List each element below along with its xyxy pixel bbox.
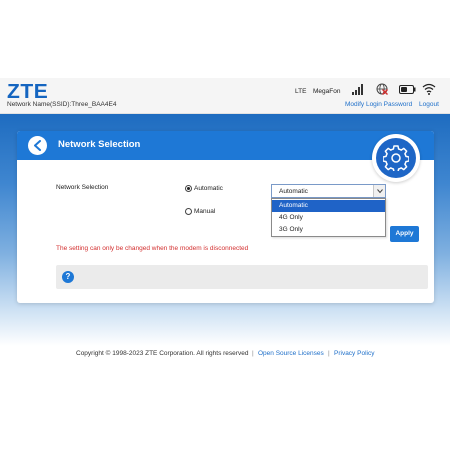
help-bar: ?	[56, 265, 428, 289]
select-arrow[interactable]	[373, 185, 385, 197]
gear-icon	[383, 145, 409, 171]
copyright-text: Copyright © 1998-2023 ZTE Corporation. A…	[76, 350, 249, 357]
open-source-licenses-link[interactable]: Open Source Licenses	[258, 350, 324, 357]
network-selection-panel: Network Selection Network Selection Auto…	[17, 131, 434, 303]
logout-link[interactable]: Logout	[419, 101, 439, 108]
disconnect-warning: The setting can only be changed when the…	[56, 245, 249, 252]
help-icon[interactable]: ?	[62, 271, 74, 283]
privacy-policy-link[interactable]: Privacy Policy	[334, 350, 374, 357]
settings-badge-inner	[376, 138, 416, 178]
page: ZTE Network Name(SSID):Three_BAA4E4 LTE …	[0, 0, 450, 450]
dropdown-option-3g-only[interactable]: 3G Only	[272, 224, 385, 236]
network-mode-select[interactable]: Automatic	[271, 184, 386, 198]
header-bar: ZTE Network Name(SSID):Three_BAA4E4 LTE …	[0, 78, 450, 114]
bottom-blank-area	[0, 368, 450, 450]
radio-manual[interactable]	[185, 208, 192, 215]
carrier-name: MegaFon	[313, 88, 341, 95]
chevron-left-icon	[34, 140, 41, 151]
apply-button[interactable]: Apply	[390, 226, 419, 242]
radio-manual-label[interactable]: Manual	[194, 208, 215, 215]
radio-automatic[interactable]	[185, 185, 192, 192]
footer-separator: |	[328, 350, 330, 357]
back-button[interactable]	[28, 136, 47, 155]
footer-separator: |	[252, 350, 254, 357]
network-selection-label: Network Selection	[56, 184, 109, 191]
network-type-indicator: LTE	[295, 88, 307, 95]
footer: Copyright © 1998-2023 ZTE Corporation. A…	[0, 346, 450, 368]
settings-badge	[372, 134, 420, 182]
dropdown-option-automatic[interactable]: Automatic	[272, 200, 385, 212]
modify-login-password-link[interactable]: Modify Login Password	[345, 101, 412, 108]
network-mode-dropdown: Automatic 4G Only 3G Only	[271, 198, 386, 237]
select-current-value: Automatic	[279, 188, 308, 195]
chevron-down-icon	[377, 189, 383, 194]
wifi-icon	[422, 83, 436, 95]
dropdown-option-4g-only[interactable]: 4G Only	[272, 212, 385, 224]
page-title: Network Selection	[58, 139, 141, 150]
ssid-label: Network Name(SSID):Three_BAA4E4	[7, 101, 117, 108]
signal-icon	[352, 84, 363, 95]
radio-automatic-label[interactable]: Automatic	[194, 185, 223, 192]
globe-disconnected-icon	[376, 83, 388, 95]
battery-icon	[399, 85, 416, 94]
